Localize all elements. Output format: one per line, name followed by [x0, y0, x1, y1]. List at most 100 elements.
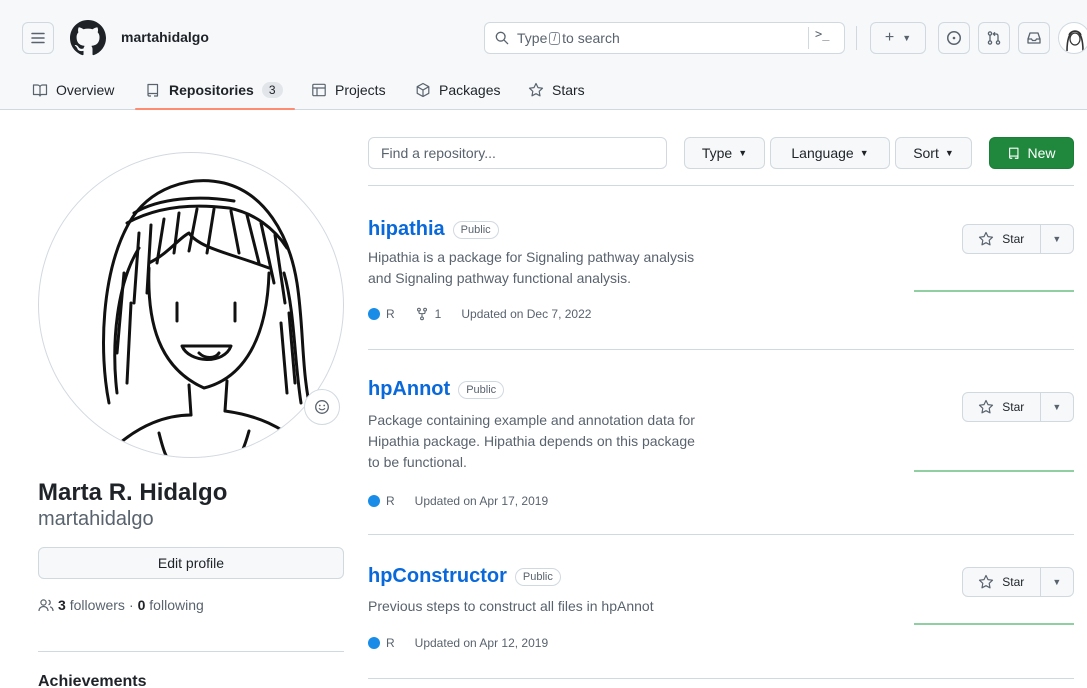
issues-button[interactable] — [938, 22, 970, 54]
fork-icon[interactable] — [415, 307, 429, 321]
hamburger-icon — [31, 32, 45, 44]
tab-packages[interactable]: Packages — [415, 70, 500, 110]
followers-label: followers — [69, 597, 125, 613]
tab-overview[interactable]: Overview — [32, 70, 114, 110]
visibility-badge: Public — [514, 567, 561, 586]
menu-button[interactable] — [22, 22, 54, 54]
type-filter-button[interactable]: Type ▼ — [684, 137, 765, 169]
star-button-group: Star ▼ — [962, 567, 1074, 597]
language-filter-button[interactable]: Language ▼ — [770, 137, 890, 169]
description-line: Package containing example and annotatio… — [368, 412, 695, 428]
star-label: Star — [1002, 232, 1025, 246]
repo-name-link[interactable]: hpAnnot — [368, 378, 450, 401]
search-input[interactable]: Type / to search >_ — [484, 22, 845, 54]
activity-sparkline — [914, 623, 1074, 625]
list-dropdown-button[interactable]: ▼ — [1041, 568, 1073, 596]
language-color-dot — [368, 495, 380, 507]
follow-stats: 3 followers · 0 following — [38, 597, 204, 613]
repo-description: Package containing example and annotatio… — [368, 410, 728, 473]
package-icon — [416, 82, 430, 98]
sort-label: Sort — [913, 145, 939, 161]
fork-count[interactable]: 1 — [435, 307, 442, 321]
language-filter-label: Language — [791, 145, 854, 161]
description-line: to be functional. — [368, 454, 467, 470]
achievements-heading[interactable]: Achievements — [38, 673, 147, 688]
profile-full-name: Marta R. Hidalgo — [38, 479, 228, 506]
updated-date: Updated on Apr 12, 2019 — [414, 636, 549, 650]
repo-list-item: hipathia Public Hipathia is a package fo… — [368, 186, 1074, 349]
star-label: Star — [1002, 575, 1025, 589]
profile-login: martahidalgo — [38, 508, 154, 530]
list-dropdown-button[interactable]: ▼ — [1041, 225, 1073, 253]
star-button[interactable]: Star — [963, 225, 1041, 253]
star-icon — [979, 574, 994, 589]
issue-opened-icon — [947, 31, 961, 45]
repo-description: Hipathia is a package for Signaling path… — [368, 247, 728, 289]
user-avatar-button[interactable] — [1058, 22, 1087, 54]
create-new-button[interactable]: + ▼ — [870, 22, 926, 54]
edit-profile-button[interactable]: Edit profile — [38, 547, 344, 579]
description-line: Hipathia package. Hipathia depends on th… — [368, 433, 695, 449]
book-icon — [32, 84, 48, 97]
inbox-button[interactable] — [1018, 22, 1050, 54]
repo-list-item: hpAnnot Public Package containing exampl… — [368, 350, 1074, 534]
repo-name-link[interactable]: hipathia — [368, 218, 445, 241]
star-button[interactable]: Star — [963, 393, 1041, 421]
repo-language: R — [386, 636, 395, 650]
tab-projects[interactable]: Projects — [311, 70, 386, 110]
repo-meta: R 1 Updated on Dec 7, 2022 — [368, 307, 591, 321]
chevron-down-icon: ▼ — [902, 33, 912, 43]
language-color-dot — [368, 308, 380, 320]
star-button-group: Star ▼ — [962, 224, 1074, 254]
command-palette-icon[interactable]: >_ — [815, 27, 829, 41]
find-repository-input[interactable] — [368, 137, 667, 169]
tab-repositories[interactable]: Repositories 3 — [145, 70, 283, 110]
following-link[interactable]: 0 following — [138, 597, 204, 613]
smiley-icon — [315, 400, 329, 414]
search-icon — [495, 31, 509, 45]
tab-label: Repositories — [169, 82, 254, 98]
chevron-down-icon: ▼ — [738, 148, 748, 158]
tab-label: Overview — [56, 82, 115, 98]
star-button[interactable]: Star — [963, 568, 1041, 596]
star-label: Star — [1002, 400, 1025, 414]
repo-count-badge: 3 — [261, 82, 283, 98]
sort-button[interactable]: Sort ▼ — [895, 137, 972, 169]
activity-sparkline — [914, 470, 1074, 472]
following-label: following — [149, 597, 204, 613]
tab-stars[interactable]: Stars — [528, 70, 585, 110]
active-tab-indicator — [135, 108, 295, 110]
inbox-icon — [1027, 32, 1041, 44]
chevron-down-icon: ▼ — [1052, 402, 1062, 412]
new-repository-button[interactable]: New — [989, 137, 1074, 169]
search-suffix: to search — [562, 30, 620, 46]
updated-date: Updated on Dec 7, 2022 — [461, 307, 592, 321]
type-filter-label: Type — [701, 145, 733, 161]
pull-requests-button[interactable] — [978, 22, 1010, 54]
repo-name-link[interactable]: hpConstructor — [368, 565, 507, 588]
repo-title-row: hpConstructor Public — [368, 565, 561, 588]
star-button-group: Star ▼ — [962, 392, 1074, 422]
tab-label: Packages — [439, 82, 501, 98]
context-username[interactable]: martahidalgo — [121, 29, 209, 45]
list-dropdown-button[interactable]: ▼ — [1041, 393, 1073, 421]
set-status-button[interactable] — [304, 389, 340, 425]
repo-title-row: hipathia Public — [368, 218, 499, 241]
avatar-icon — [1066, 30, 1084, 52]
github-logo-icon[interactable] — [70, 20, 106, 56]
chevron-down-icon: ▼ — [859, 148, 869, 158]
profile-tabs: Overview Repositories 3 Projects Package… — [0, 70, 1087, 110]
dot-separator: · — [128, 597, 134, 613]
star-icon — [528, 82, 544, 97]
followers-count: 3 — [58, 597, 66, 613]
description-line: and Signaling pathway functional analysi… — [368, 270, 632, 286]
repo-icon — [1009, 147, 1019, 159]
language-color-dot — [368, 637, 380, 649]
repo-language: R — [386, 307, 395, 321]
repo-list-divider — [368, 678, 1074, 679]
followers-link[interactable]: 3 followers — [58, 597, 125, 613]
activity-sparkline — [914, 290, 1074, 292]
profile-avatar[interactable] — [38, 152, 344, 458]
new-label: New — [1027, 145, 1056, 161]
repo-list-item: hpConstructor Public Previous steps to c… — [368, 535, 1074, 678]
